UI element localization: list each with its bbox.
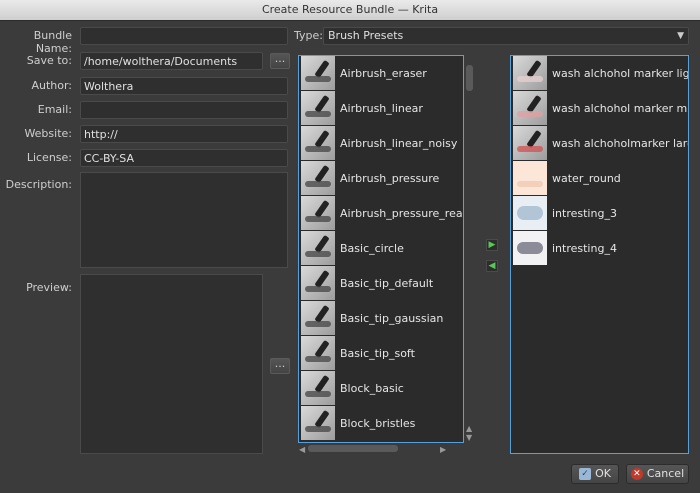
scrollbar-thumb[interactable] (308, 445, 398, 452)
list-item[interactable]: Airbrush_linear_noisy (300, 126, 463, 161)
brush-preview-icon (301, 126, 335, 160)
list-item-label: water_round (552, 172, 621, 185)
chevron-down-icon[interactable]: ▼ (466, 433, 472, 442)
list-item-label: intresting_4 (552, 242, 617, 255)
brush-preview-icon (513, 126, 547, 160)
list-item-label: Airbrush_eraser (340, 67, 427, 80)
checkmark-icon: ✓ (579, 468, 592, 480)
arrow-left-icon: ◀ (488, 261, 496, 271)
ok-button-label: OK (595, 467, 611, 480)
cancel-button[interactable]: ✕ Cancel (626, 464, 689, 484)
list-item[interactable]: wash alchoholmarker large (512, 126, 689, 161)
list-item[interactable]: Airbrush_linear (300, 91, 463, 126)
email-label: Email: (37, 103, 72, 116)
list-item[interactable]: Basic_circle (300, 231, 463, 266)
chevron-down-icon: ▼ (677, 31, 684, 41)
list-item-label: Block_basic (340, 382, 404, 395)
chevron-left-icon[interactable]: ◀ (299, 445, 305, 454)
brush-preview-icon (513, 91, 547, 125)
brush-preview-icon (301, 371, 335, 405)
browse-button[interactable]: ... (270, 53, 290, 69)
list-item[interactable]: Airbrush_pressure_realistic (300, 196, 463, 231)
brush-preview-icon (513, 161, 547, 195)
brush-preview-icon (513, 231, 547, 265)
preview-image-area (80, 274, 263, 454)
window-title: Create Resource Bundle — Krita (0, 0, 700, 21)
list-item-label: wash alchohol marker mid (552, 102, 689, 115)
website-field[interactable] (80, 125, 288, 143)
chevron-up-icon[interactable]: ▲ (466, 424, 472, 433)
list-item[interactable]: Basic_tip_gaussian (300, 301, 463, 336)
list-item-label: Airbrush_linear_noisy (340, 137, 458, 150)
brush-preview-icon (513, 56, 547, 90)
description-textarea[interactable] (80, 172, 288, 268)
brush-preview-icon (301, 336, 335, 370)
type-label: Type: (294, 29, 323, 42)
list-item[interactable]: intresting_4 (512, 231, 688, 266)
author-label: Author: (31, 79, 72, 92)
website-label: Website: (24, 127, 72, 140)
list-item-label: Airbrush_pressure_realistic (340, 207, 463, 220)
list-item-label: wash alchoholmarker large (552, 137, 689, 150)
add-to-bundle-button[interactable]: ▶ (486, 239, 498, 251)
selected-resources-list[interactable]: wash alchohol marker light wash alchohol… (510, 55, 689, 454)
bundle-name-field[interactable] (80, 27, 288, 45)
available-vertical-scrollbar[interactable] (465, 57, 474, 431)
chevron-right-icon[interactable]: ▶ (440, 445, 446, 454)
brush-preview-icon (301, 161, 335, 195)
list-item-label: Basic_tip_default (340, 277, 434, 290)
save-to-label: Save to: (26, 54, 72, 67)
list-item[interactable]: intresting_3 (512, 196, 688, 231)
author-field[interactable] (80, 77, 288, 95)
list-item[interactable]: water_round (512, 161, 688, 196)
available-horizontal-scrollbar[interactable] (300, 444, 448, 453)
list-item-label: Airbrush_linear (340, 102, 423, 115)
scrollbar-thumb[interactable] (466, 65, 473, 91)
list-item[interactable]: Airbrush_pressure (300, 161, 463, 196)
available-resources-list[interactable]: Airbrush_eraser Airbrush_linear Airbrush… (298, 55, 464, 443)
list-item[interactable]: Basic_tip_default (300, 266, 463, 301)
cancel-button-label: Cancel (646, 467, 685, 480)
list-item-label: Airbrush_pressure (340, 172, 440, 185)
type-select[interactable]: Brush Presets ▼ (323, 27, 689, 45)
list-item[interactable]: wash alchohol marker light (512, 56, 689, 91)
license-label: License: (26, 151, 72, 164)
brush-preview-icon (301, 196, 335, 230)
list-item-label: Basic_tip_gaussian (340, 312, 444, 325)
list-item[interactable]: Block_bristles (300, 406, 463, 441)
license-field[interactable] (80, 149, 288, 167)
bundle-name-label: Bundle Name: (33, 29, 72, 55)
list-item-label: Basic_tip_soft (340, 347, 415, 360)
description-label: Description: (5, 178, 72, 191)
ok-button[interactable]: ✓ OK (571, 464, 619, 484)
preview-label: Preview: (26, 281, 72, 294)
brush-preview-icon (301, 56, 335, 90)
list-item[interactable]: Block_basic (300, 371, 463, 406)
cancel-icon: ✕ (630, 468, 643, 480)
list-item[interactable]: Basic_tip_soft (300, 336, 463, 371)
brush-preview-icon (301, 231, 335, 265)
preview-browse-button[interactable]: ... (270, 358, 290, 374)
email-field[interactable] (80, 101, 288, 119)
remove-from-bundle-button[interactable]: ◀ (486, 260, 498, 272)
brush-preview-icon (301, 91, 335, 125)
list-item-label: wash alchohol marker light (552, 67, 689, 80)
brush-preview-icon (513, 196, 547, 230)
brush-preview-icon (301, 301, 335, 335)
list-item-label: Basic_circle (340, 242, 404, 255)
save-to-field[interactable] (80, 52, 263, 70)
brush-preview-icon (301, 266, 335, 300)
list-item[interactable]: Airbrush_eraser (300, 56, 463, 91)
list-item-label: intresting_3 (552, 207, 617, 220)
brush-preview-icon (301, 406, 335, 440)
arrow-right-icon: ▶ (488, 240, 496, 250)
type-selected-value: Brush Presets (328, 29, 404, 42)
list-item[interactable]: wash alchohol marker mid (512, 91, 689, 126)
list-item-label: Block_bristles (340, 417, 416, 430)
